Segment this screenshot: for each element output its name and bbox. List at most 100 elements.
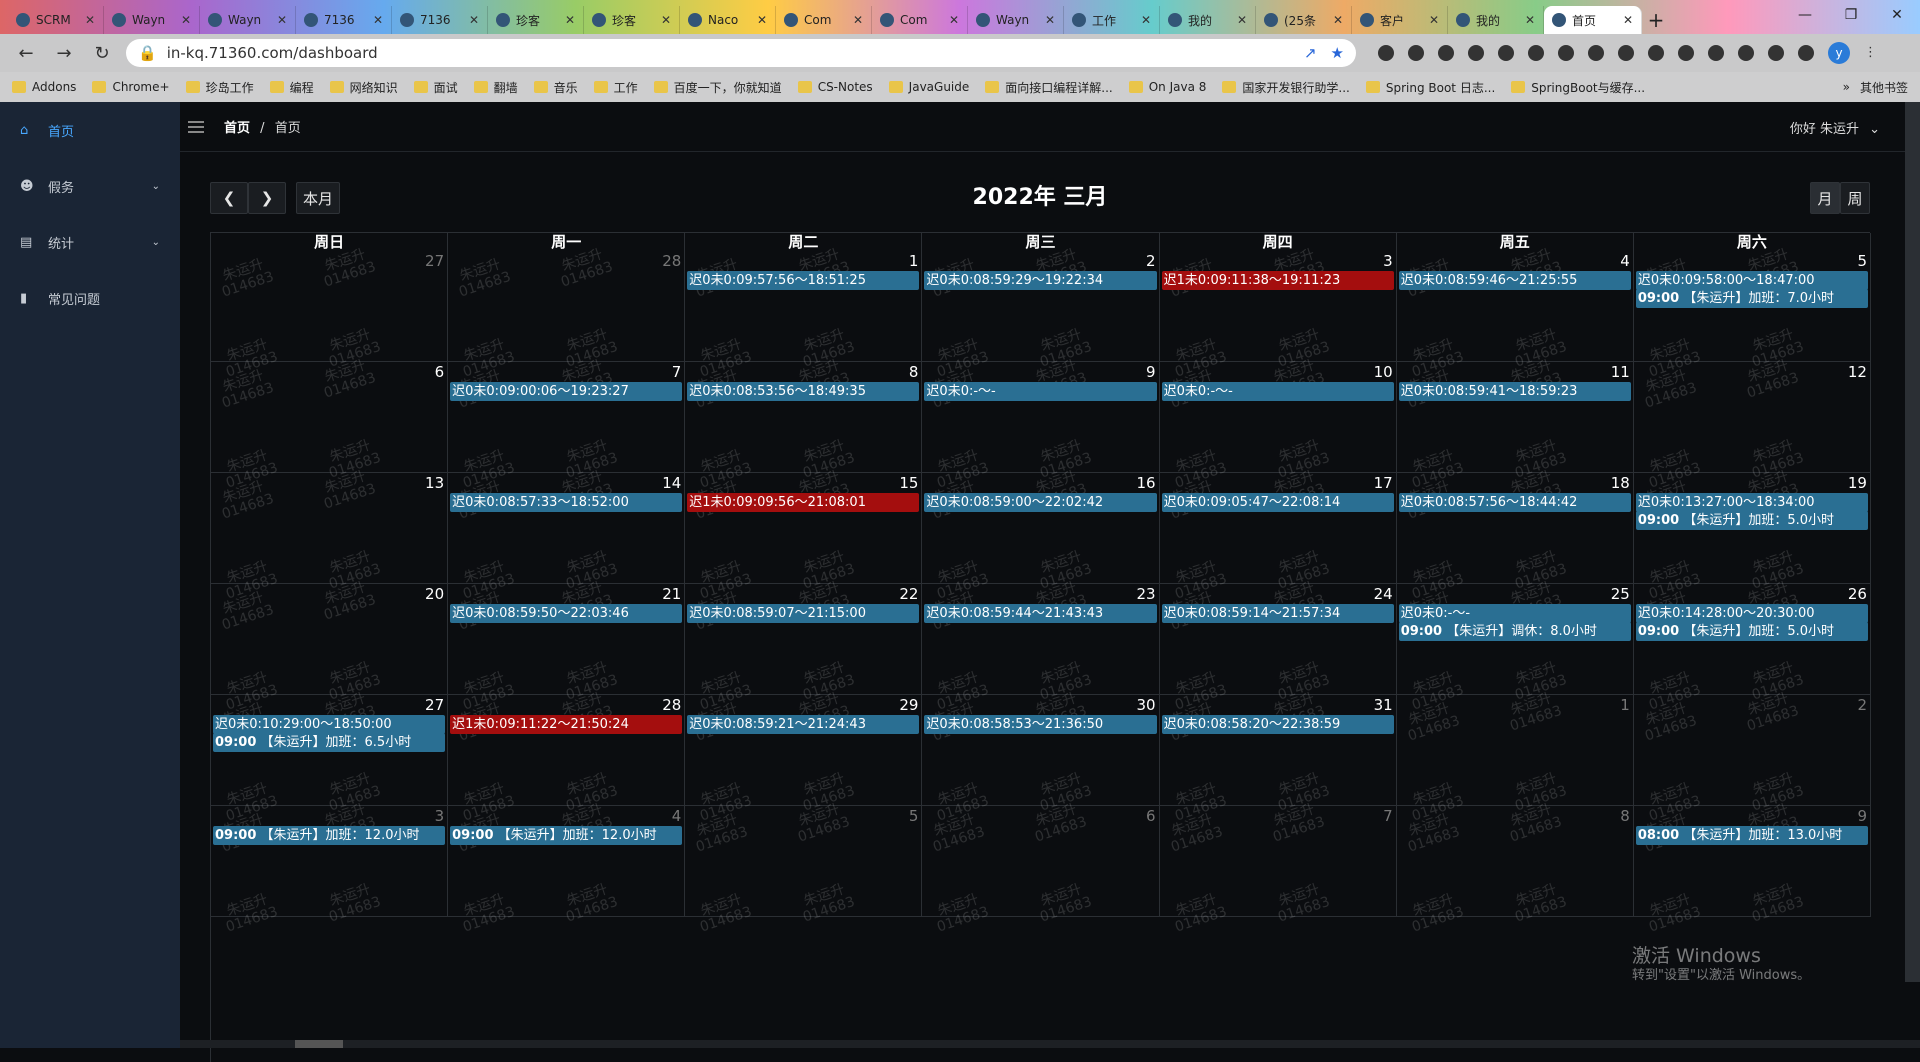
hamburger-icon[interactable]: [188, 121, 204, 133]
calendar-day-cell[interactable]: 朱运升014683朱运升014683朱运升014683朱运升01468311迟0…: [1397, 362, 1634, 473]
extension-icon[interactable]: [1498, 45, 1514, 61]
calendar-event[interactable]: 迟1未0:09:11:38～19:11:23: [1162, 271, 1394, 290]
bookmark-item[interactable]: 百度一下，你就知道: [654, 79, 782, 96]
calendar-event[interactable]: 迟0未0:08:59:29～19:22:34: [924, 271, 1156, 290]
calendar-event[interactable]: 09:00 【朱运升】加班：12.0小时: [450, 826, 682, 845]
calendar-day-cell[interactable]: 朱运升014683朱运升014683朱运升014683朱运升01468323迟0…: [922, 584, 1159, 695]
calendar-day-cell[interactable]: 朱运升014683朱运升014683朱运升014683朱运升01468313: [211, 473, 448, 584]
calendar-event[interactable]: 迟0未0:08:59:50～22:03:46: [450, 604, 682, 623]
extension-icon[interactable]: [1678, 45, 1694, 61]
calendar-day-cell[interactable]: 朱运升014683朱运升014683朱运升014683朱运升01468329迟0…: [685, 695, 922, 806]
close-tab-icon[interactable]: ✕: [85, 13, 95, 27]
calendar-day-cell[interactable]: 朱运升014683朱运升014683朱运升014683朱运升01468320: [211, 584, 448, 695]
calendar-day-cell[interactable]: 朱运升014683朱运升014683朱运升014683朱运升0146837迟0未…: [448, 362, 685, 473]
share-icon[interactable]: ↗: [1304, 44, 1317, 62]
calendar-day-cell[interactable]: 朱运升014683朱运升014683朱运升014683朱运升01468321迟0…: [448, 584, 685, 695]
calendar-day-cell[interactable]: 朱运升014683朱运升014683朱运升014683朱运升0146836: [211, 362, 448, 473]
close-tab-icon[interactable]: ✕: [853, 13, 863, 27]
bookmark-item[interactable]: 音乐: [534, 79, 578, 96]
bookmark-item[interactable]: 翻墙: [474, 79, 518, 96]
calendar-event[interactable]: 迟1未0:09:11:22～21:50:24: [450, 715, 682, 734]
extension-icon[interactable]: [1558, 45, 1574, 61]
close-tab-icon[interactable]: ✕: [1525, 13, 1535, 27]
calendar-day-cell[interactable]: 朱运升014683朱运升014683朱运升014683朱运升0146835迟0未…: [1634, 251, 1871, 362]
calendar-event[interactable]: 迟0未0:09:58:00～18:47:00: [1636, 271, 1868, 290]
calendar-day-cell[interactable]: 朱运升014683朱运升014683朱运升014683朱运升014683309:…: [211, 806, 448, 917]
calendar-day-cell[interactable]: 朱运升014683朱运升014683朱运升014683朱运升01468315迟1…: [685, 473, 922, 584]
calendar-day-cell[interactable]: 朱运升014683朱运升014683朱运升014683朱运升0146838: [1397, 806, 1634, 917]
calendar-event[interactable]: 09:00 【朱运升】加班：12.0小时: [213, 826, 445, 845]
calendar-event[interactable]: 迟0未0:08:59:41～18:59:23: [1399, 382, 1631, 401]
extension-icon[interactable]: [1618, 45, 1634, 61]
bookmark-item[interactable]: JavaGuide: [889, 80, 970, 94]
extension-icon[interactable]: [1648, 45, 1664, 61]
calendar-event[interactable]: 迟0未0:-～-: [924, 382, 1156, 401]
other-bookmarks[interactable]: »其他书签: [1843, 79, 1920, 96]
close-tab-icon[interactable]: ✕: [757, 13, 767, 27]
extension-icon[interactable]: [1768, 45, 1784, 61]
bookmark-item[interactable]: Addons: [12, 80, 76, 94]
calendar-event[interactable]: 09:00 【朱运升】加班：7.0小时: [1636, 289, 1868, 308]
calendar-event[interactable]: 迟0未0:-～-: [1399, 604, 1631, 623]
calendar-day-cell[interactable]: 朱运升014683朱运升014683朱运升014683朱运升01468316迟0…: [922, 473, 1159, 584]
calendar-day-cell[interactable]: 朱运升014683朱运升014683朱运升014683朱运升01468318迟0…: [1397, 473, 1634, 584]
calendar-day-cell[interactable]: 朱运升014683朱运升014683朱运升014683朱运升01468327迟0…: [211, 695, 448, 806]
bookmark-item[interactable]: 国家开发银行助学...: [1222, 79, 1349, 96]
calendar-event[interactable]: 迟0未0:08:53:56～18:49:35: [687, 382, 919, 401]
browser-tab[interactable]: Com✕: [872, 6, 968, 34]
calendar-day-cell[interactable]: 朱运升014683朱运升014683朱运升014683朱运升01468317迟0…: [1160, 473, 1397, 584]
scrollbar-thumb[interactable]: [295, 1040, 343, 1048]
browser-tab[interactable]: Wayn✕: [104, 6, 200, 34]
vertical-scrollbar[interactable]: [1905, 102, 1920, 982]
calendar-event[interactable]: 09:00 【朱运升】加班：5.0小时: [1636, 511, 1868, 530]
bookmark-star-icon[interactable]: ★: [1331, 44, 1344, 62]
calendar-day-cell[interactable]: 朱运升014683朱运升014683朱运升014683朱运升0146835: [685, 806, 922, 917]
calendar-event[interactable]: 迟0未0:08:59:46～21:25:55: [1399, 271, 1631, 290]
extension-icon[interactable]: [1378, 45, 1394, 61]
browser-tab[interactable]: 珍客✕: [488, 6, 584, 34]
calendar-event[interactable]: 迟0未0:09:05:47～22:08:14: [1162, 493, 1394, 512]
calendar-day-cell[interactable]: 朱运升014683朱运升014683朱运升014683朱运升0146836: [922, 806, 1159, 917]
back-icon[interactable]: ←: [12, 43, 40, 64]
bookmark-item[interactable]: SpringBoot与缓存...: [1511, 79, 1645, 96]
calendar-day-cell[interactable]: 朱运升014683朱运升014683朱运升014683朱运升01468331迟0…: [1160, 695, 1397, 806]
bookmark-item[interactable]: 编程: [270, 79, 314, 96]
horizontal-scrollbar[interactable]: [180, 1040, 1920, 1048]
close-tab-icon[interactable]: ✕: [1623, 13, 1633, 27]
browser-tab[interactable]: 首页✕: [1544, 6, 1642, 34]
extension-icon[interactable]: [1468, 45, 1484, 61]
close-tab-icon[interactable]: ✕: [1045, 13, 1055, 27]
bookmark-item[interactable]: 面向接口编程详解...: [985, 79, 1112, 96]
bookmark-item[interactable]: CS-Notes: [798, 80, 873, 94]
browser-tab[interactable]: Naco✕: [680, 6, 776, 34]
forward-icon[interactable]: →: [50, 43, 78, 64]
calendar-event[interactable]: 迟0未0:09:57:56～18:51:25: [687, 271, 919, 290]
sidebar-item[interactable]: ▮常见问题: [0, 270, 180, 326]
calendar-event[interactable]: 迟0未0:14:28:00～20:30:00: [1636, 604, 1868, 623]
calendar-day-cell[interactable]: 朱运升014683朱运升014683朱运升014683朱运升0146831: [1397, 695, 1634, 806]
extension-icon[interactable]: [1738, 45, 1754, 61]
extension-icon[interactable]: [1708, 45, 1724, 61]
extension-icon[interactable]: [1528, 45, 1544, 61]
calendar-day-cell[interactable]: 朱运升014683朱运升014683朱运升014683朱运升01468312: [1634, 362, 1871, 473]
calendar-event[interactable]: 迟0未0:08:57:33～18:52:00: [450, 493, 682, 512]
calendar-day-cell[interactable]: 朱运升014683朱运升014683朱运升014683朱运升014683908:…: [1634, 806, 1871, 917]
calendar-event[interactable]: 迟0未0:08:58:53～21:36:50: [924, 715, 1156, 734]
more-bookmarks-icon[interactable]: »: [1843, 80, 1850, 94]
browser-tab[interactable]: SCRM✕: [8, 6, 104, 34]
close-tab-icon[interactable]: ✕: [949, 13, 959, 27]
calendar-day-cell[interactable]: 朱运升014683朱运升014683朱运升014683朱运升0146834迟0未…: [1397, 251, 1634, 362]
extension-icon[interactable]: [1588, 45, 1604, 61]
user-menu[interactable]: 你好 朱运升 ⌄: [1790, 118, 1880, 137]
bookmark-item[interactable]: Spring Boot 日志...: [1366, 79, 1495, 96]
week-view-button[interactable]: 周: [1840, 182, 1870, 214]
calendar-event[interactable]: 08:00 【朱运升】加班：13.0小时: [1636, 826, 1868, 845]
browser-tab[interactable]: (25条✕: [1256, 6, 1352, 34]
calendar-day-cell[interactable]: 朱运升014683朱运升014683朱运升014683朱运升01468326迟0…: [1634, 584, 1871, 695]
new-tab-button[interactable]: +: [1642, 6, 1670, 34]
restore-icon[interactable]: ❐: [1828, 0, 1874, 30]
calendar-day-cell[interactable]: 朱运升014683朱运升014683朱运升014683朱运升014683409:…: [448, 806, 685, 917]
close-window-icon[interactable]: ✕: [1874, 0, 1920, 30]
calendar-event[interactable]: 迟0未0:13:27:00～18:34:00: [1636, 493, 1868, 512]
close-tab-icon[interactable]: ✕: [1333, 13, 1343, 27]
